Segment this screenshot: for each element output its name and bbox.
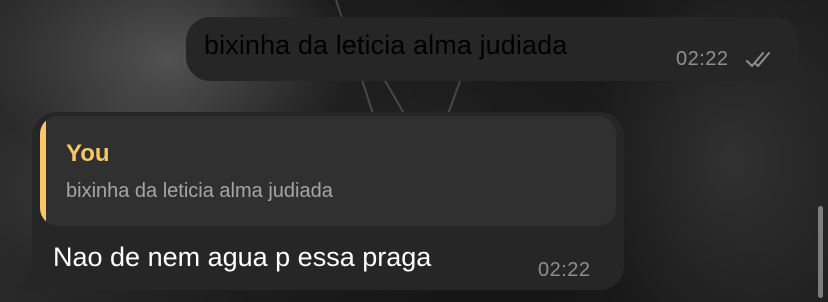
reply-quote[interactable]: You bixinha da leticia alma judiada <box>40 116 616 226</box>
incoming-message-time: 02:22 <box>538 259 591 281</box>
reply-accent-bar <box>40 116 46 226</box>
reply-quoted-text: bixinha da leticia alma judiada <box>66 180 333 202</box>
reply-sender-name: You <box>66 140 110 167</box>
outgoing-message-time: 02:22 <box>676 48 729 70</box>
incoming-message-text: Nao de nem agua p essa praga <box>53 242 432 272</box>
outgoing-message-text: bixinha da leticia alma judiada <box>204 30 568 60</box>
scroll-indicator[interactable] <box>818 206 823 298</box>
double-check-read-icon <box>746 52 770 67</box>
